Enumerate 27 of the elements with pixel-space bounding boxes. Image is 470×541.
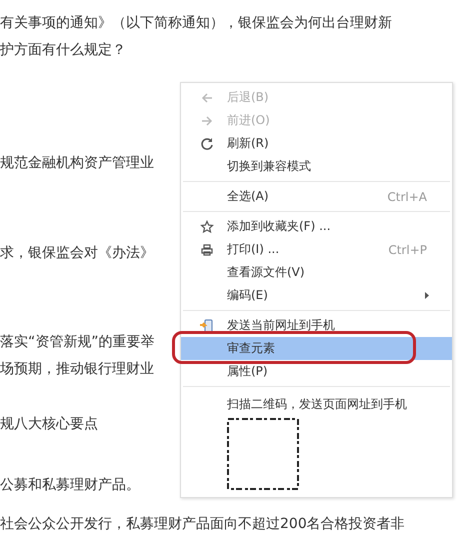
text-line: 规八大核心要点	[0, 415, 98, 434]
text-line: 规范金融机构资产管理业	[0, 154, 154, 173]
text-line: 社会公众公开发行，私募理财产品面向不超过200名合格投资者非	[0, 515, 405, 534]
phone-icon	[200, 318, 214, 332]
menu-item[interactable]: 添加到收藏夹(F) ...	[181, 215, 452, 238]
qr-caption: 扫描二维码，发送页面网址到手机	[227, 396, 408, 413]
menu-item[interactable]: 打印(I) ... Ctrl+P	[181, 238, 452, 261]
arrow-right-icon	[200, 114, 214, 128]
printer-icon	[200, 242, 214, 256]
menu-item[interactable]: 发送当前网址到手机	[181, 314, 452, 337]
menu-item[interactable]: 编码(E)	[181, 284, 452, 307]
menu-item[interactable]: 查看源文件(V)	[181, 261, 452, 284]
reload-icon	[200, 136, 214, 150]
text-line: 护方面有什么规定？	[0, 41, 126, 60]
text-line: 有关事项的通知》（以下简称通知），银保监会为何出台理财新	[0, 14, 392, 33]
menu-item[interactable]: 审查元素	[181, 337, 452, 360]
menu-item[interactable]: 属性(P)	[181, 360, 452, 383]
text-line: 落实“资管新规”的重要举	[0, 333, 155, 352]
star-icon	[200, 220, 214, 234]
arrow-left-icon	[200, 90, 214, 104]
menu-item[interactable]: 切换到兼容模式	[181, 155, 452, 178]
menu-item[interactable]: 刷新(R)	[181, 132, 452, 155]
text-line: 公募和私募理财产品。	[0, 476, 140, 495]
menu-item[interactable]: 全选(A) Ctrl+A	[181, 185, 452, 208]
text-line: 求，银保监会对《办法》	[0, 244, 154, 263]
text-line: 场预期，推动银行理财业	[0, 360, 154, 379]
qr-code-icon	[227, 418, 299, 490]
